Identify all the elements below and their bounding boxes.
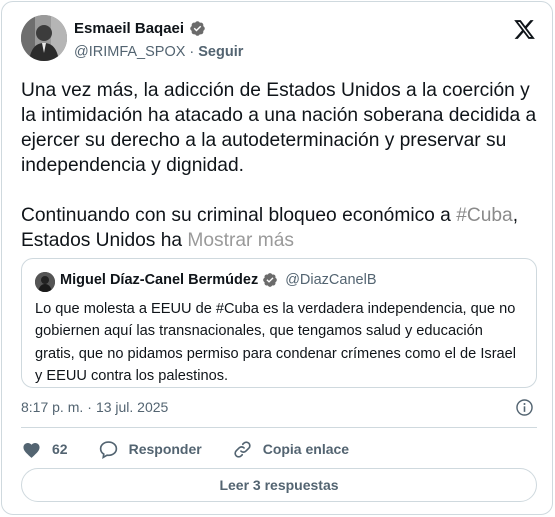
tweet-paragraph-1: Una vez más, la adicción de Estados Unid… [21,80,537,176]
tweet-paragraph-2: Continuando con su criminal bloqueo econ… [21,203,541,253]
handle-separator: · [189,44,195,60]
quoted-handle: @DiazCanelB [285,272,377,288]
read-replies-button[interactable]: Leer 3 respuestas [21,468,537,502]
tweet-text-prefix: Continuando con su criminal bloqueo econ… [21,205,457,226]
author-handle[interactable]: @IRIMFA_SPOX [74,44,185,60]
copy-link-button[interactable]: Copia enlace [232,439,349,460]
author-handle-row: @IRIMFA_SPOX · Seguir [74,44,243,60]
author-display-name[interactable]: Esmaeil Baqaei [74,20,184,37]
link-icon [234,440,251,458]
quoted-display-name: Miguel Díaz-Canel Bermúdez [60,272,259,288]
show-more-link[interactable]: Mostrar más [187,230,294,251]
tweet-time: 8:17 p. m. [21,399,84,415]
follow-button[interactable]: Seguir [198,44,243,60]
like-button[interactable]: 62 [21,439,68,460]
quoted-text: Lo que molesta a EEUU de #Cuba es la ver… [35,301,517,384]
info-icon[interactable] [515,398,534,417]
reply-label: Responder [128,441,202,457]
verified-icon [190,21,205,36]
tweet-card: Esmaeil Baqaei @IRIMFA_SPOX · Seguir Una… [1,1,553,515]
reply-button[interactable]: Responder [98,439,202,460]
divider [21,427,537,428]
author-avatar[interactable] [21,15,67,61]
quoted-author-avatar [35,272,55,292]
tweet-text: Una vez más, la adicción de Estados Unid… [21,78,541,253]
timestamp-separator: · [87,399,92,415]
like-count: 62 [52,441,68,457]
tweet-timestamp[interactable]: 8:17 p. m. · 13 jul. 2025 [21,399,168,415]
action-bar: 62 Responder Copia enlace [21,438,379,460]
heart-icon [23,442,40,458]
quoted-tweet[interactable]: Miguel Díaz-Canel Bermúdez @DiazCanelB L… [21,258,537,388]
copy-link-label: Copia enlace [262,441,350,457]
hashtag-link[interactable]: #Cuba [456,205,513,226]
author-name-row: Esmaeil Baqaei [74,20,206,37]
quoted-header: Miguel Díaz-Canel Bermúdez @DiazCanelB [60,272,377,288]
reply-bubble-icon [99,440,117,459]
tweet-date: 13 jul. 2025 [95,399,169,415]
verified-icon [263,273,278,287]
x-logo-icon[interactable] [513,18,536,41]
